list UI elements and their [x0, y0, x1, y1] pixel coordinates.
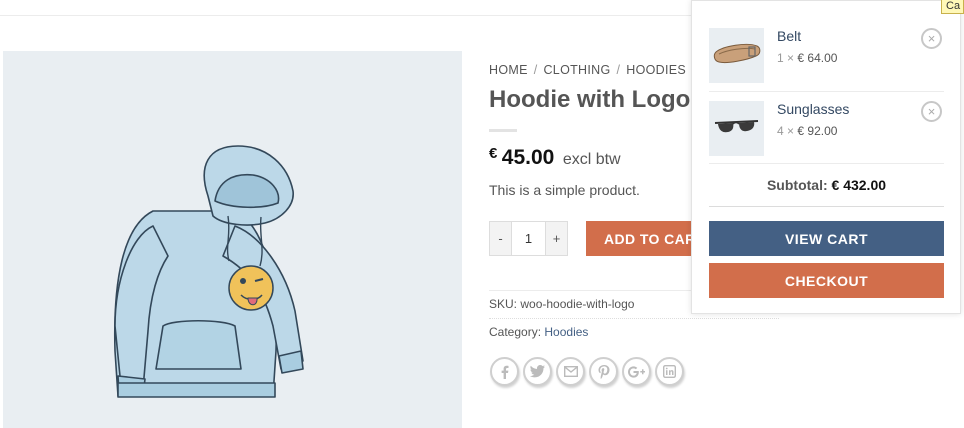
quantity-input[interactable]: 1 — [511, 222, 546, 255]
cart-item-quantity: 1 × € 64.00 — [777, 51, 837, 65]
google-plus-icon[interactable] — [622, 357, 651, 386]
product-image[interactable] — [3, 51, 462, 428]
category-link[interactable]: Hoodies — [544, 325, 588, 339]
category-label: Category: — [489, 325, 542, 339]
title-divider — [489, 129, 517, 132]
price-amount: 45.00 — [501, 146, 555, 169]
price-suffix: excl btw — [562, 151, 621, 168]
breadcrumb: HOME / CLOTHING / HOODIES — [489, 63, 686, 77]
cart-item-quantity: 4 × € 92.00 — [777, 124, 837, 138]
sku-value: woo-hoodie-with-logo — [520, 297, 635, 311]
cart-item-name[interactable]: Belt — [777, 28, 801, 44]
sku-label: SKU: — [489, 297, 518, 311]
cart-item: Sunglasses 4 × € 92.00 × — [709, 101, 944, 157]
header-divider — [0, 15, 700, 16]
cart-divider — [709, 91, 944, 92]
cart-item-thumbnail-sunglasses[interactable] — [709, 101, 764, 156]
price-currency: € — [489, 145, 498, 162]
product-sku: SKU: woo-hoodie-with-logo — [489, 297, 634, 311]
quantity-plus-button[interactable]: + — [546, 222, 567, 255]
cart-item-times: × — [787, 51, 795, 65]
sunglasses-image — [714, 120, 759, 133]
subtotal-amount: € 432.00 — [831, 177, 887, 193]
mini-cart-dropdown: Belt 1 × € 64.00 × Sunglasses 4 × € 92.0… — [691, 0, 961, 314]
product-title: Hoodie with Logo — [489, 86, 691, 113]
remove-item-button[interactable]: × — [921, 28, 942, 49]
cart-item-name[interactable]: Sunglasses — [777, 101, 849, 117]
hoodie-illustration — [113, 145, 304, 398]
short-description: This is a simple product. — [489, 182, 640, 198]
cart-item-thumbnail-belt[interactable] — [709, 28, 764, 83]
breadcrumb-hoodies[interactable]: HOODIES — [626, 63, 686, 77]
cart-item-price: € 64.00 — [797, 51, 838, 65]
cart-item: Belt 1 × € 64.00 × — [709, 28, 944, 84]
cart-subtotal: Subtotal: € 432.00 — [709, 177, 944, 193]
cart-divider — [709, 206, 944, 207]
breadcrumb-separator: / — [616, 63, 621, 77]
cart-divider — [709, 163, 944, 164]
share-icons — [490, 357, 684, 386]
email-icon[interactable] — [556, 357, 585, 386]
cart-item-qty: 1 — [777, 51, 784, 65]
linkedin-icon[interactable] — [655, 357, 684, 386]
remove-item-button[interactable]: × — [921, 101, 942, 122]
quantity-stepper: - 1 + — [489, 221, 568, 256]
breadcrumb-clothing[interactable]: CLOTHING — [543, 63, 610, 77]
breadcrumb-separator: / — [533, 63, 538, 77]
subtotal-label: Subtotal: — [766, 177, 828, 193]
cart-item-price: € 92.00 — [797, 124, 838, 138]
meta-divider — [489, 318, 779, 319]
cart-item-times: × — [787, 124, 795, 138]
facebook-icon[interactable] — [490, 357, 519, 386]
tooltip: Ca — [941, 0, 964, 14]
view-cart-button[interactable]: VIEW CART — [709, 221, 944, 256]
cart-item-qty: 4 — [777, 124, 784, 138]
twitter-icon[interactable] — [523, 357, 552, 386]
belt-image — [713, 43, 761, 63]
product-category: Category: Hoodies — [489, 325, 588, 339]
product-price: € 45.00 excl btw — [489, 145, 621, 170]
breadcrumb-home[interactable]: HOME — [489, 63, 528, 77]
pinterest-icon[interactable] — [589, 357, 618, 386]
checkout-button[interactable]: CHECKOUT — [709, 263, 944, 298]
quantity-minus-button[interactable]: - — [490, 222, 511, 255]
